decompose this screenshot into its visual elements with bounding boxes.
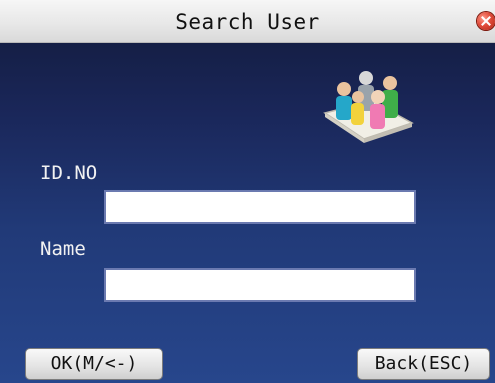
window-title: Search User: [175, 10, 320, 34]
back-button[interactable]: Back(ESC): [357, 348, 490, 380]
ok-button[interactable]: OK(M/<-): [25, 348, 163, 380]
name-input[interactable]: [104, 268, 416, 302]
name-label: Name: [40, 238, 86, 260]
id-no-label: ID.NO: [40, 162, 98, 184]
title-bar: Search User: [0, 0, 495, 43]
users-group-icon: [323, 71, 414, 143]
search-user-screen: Search User ID.NO Name OK(M/<-) Back(ESC…: [0, 0, 495, 383]
close-icon[interactable]: [477, 12, 495, 30]
id-no-input[interactable]: [104, 190, 416, 224]
